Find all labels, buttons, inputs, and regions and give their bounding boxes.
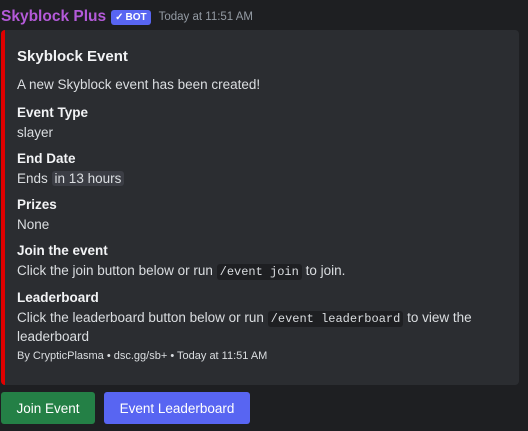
event-embed: Skyblock Event A new Skyblock event has … [1,30,519,385]
join-text-after: to join. [305,263,346,278]
leaderboard-command: /event leaderboard [267,311,404,327]
field-end-date: End Date Ends in 13 hours [17,151,507,188]
check-icon: ✓ [115,11,124,23]
embed-footer: By CrypticPlasma • dsc.gg/sb+ • Today at… [17,350,268,362]
field-value: Click the leaderboard button below or ru… [17,309,507,346]
embed-description: A new Skyblock event has been created! [17,77,261,92]
field-name: Leaderboard [17,290,99,305]
embed-title: Skyblock Event [17,48,128,65]
field-join: Join the event Click the join button bel… [17,243,507,281]
field-name: Prizes [17,197,57,212]
join-event-button[interactable]: Join Event [1,392,95,424]
leaderboard-text-before: Click the leaderboard button below or ru… [17,310,264,325]
action-row: Join Event Event Leaderboard [1,392,250,424]
field-value: Ends in 13 hours [17,170,507,188]
field-value: Click the join button below or run /even… [17,262,507,281]
message-timestamp[interactable]: Today at 11:51 AM [159,11,253,23]
field-leaderboard: Leaderboard Click the leaderboard button… [17,290,507,346]
relative-timestamp[interactable]: in 13 hours [51,171,125,186]
field-value: slayer [17,125,54,140]
author-name[interactable]: Skyblock Plus [1,8,106,26]
bot-badge: ✓ BOT [111,9,151,25]
join-command: /event join [216,264,302,280]
event-leaderboard-button[interactable]: Event Leaderboard [104,392,250,424]
embed-accent-bar [1,30,5,385]
end-date-prefix: Ends [17,171,48,186]
join-text-before: Click the join button below or run [17,263,213,278]
field-name: Event Type [17,105,89,120]
message-header: Skyblock Plus ✓ BOT Today at 11:51 AM [1,7,253,27]
field-prizes: Prizes None [17,197,507,234]
bot-badge-label: BOT [125,11,147,23]
field-name: Join the event [17,243,108,258]
field-value: None [17,217,50,232]
field-event-type: Event Type slayer [17,105,507,142]
field-name: End Date [17,151,76,166]
